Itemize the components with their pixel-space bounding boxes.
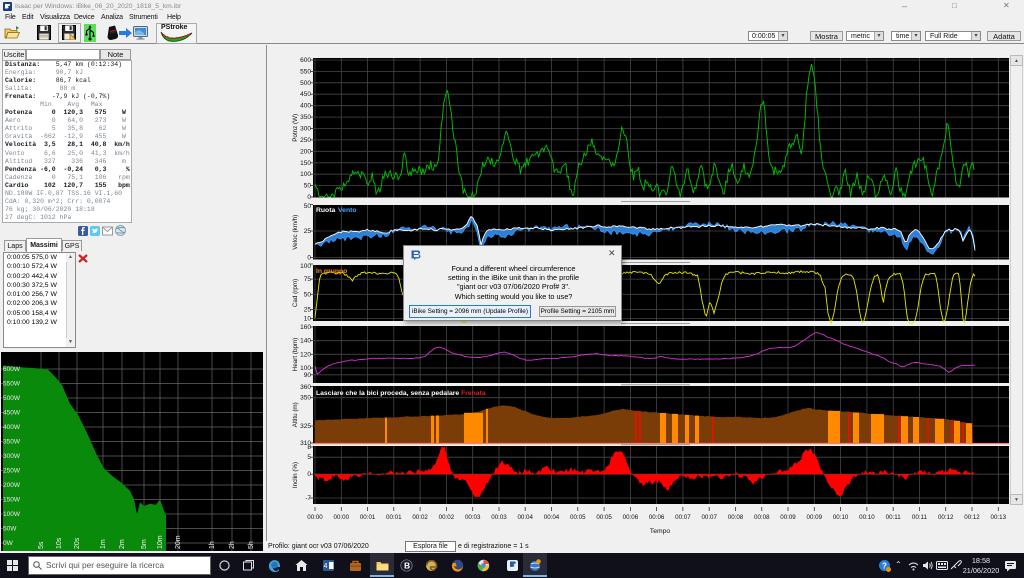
svg-text:Vento: Vento xyxy=(338,207,357,214)
svg-text:75: 75 xyxy=(304,276,312,283)
svg-text:00:03: 00:03 xyxy=(465,514,481,521)
svg-text:25: 25 xyxy=(304,307,312,314)
svg-text:Tempo: Tempo xyxy=(650,528,671,535)
svg-text:00:02: 00:02 xyxy=(439,514,455,521)
svg-text:2h: 2h xyxy=(229,541,236,549)
svg-text:Veloc (km/h): Veloc (km/h) xyxy=(292,215,299,250)
svg-text:Altitu (m): Altitu (m) xyxy=(292,402,299,427)
svg-text:00:11: 00:11 xyxy=(886,514,902,521)
svg-text:400: 400 xyxy=(300,103,311,110)
svg-text:500W: 500W xyxy=(3,395,21,402)
svg-text:-7: -7 xyxy=(305,495,311,502)
svg-text:250W: 250W xyxy=(3,468,21,475)
svg-text:00:07: 00:07 xyxy=(675,514,691,521)
svg-text:00:01: 00:01 xyxy=(360,514,376,521)
svg-text:1h: 1h xyxy=(209,541,216,549)
svg-text:50: 50 xyxy=(304,183,312,190)
svg-text:140: 140 xyxy=(300,338,311,345)
svg-text:100W: 100W xyxy=(3,511,21,518)
svg-text:300: 300 xyxy=(300,126,311,133)
svg-text:00:08: 00:08 xyxy=(754,514,770,521)
svg-text:00:04: 00:04 xyxy=(517,514,533,521)
svg-text:00:13: 00:13 xyxy=(991,514,1007,521)
svg-text:0: 0 xyxy=(307,471,311,478)
svg-text:0: 0 xyxy=(307,194,311,201)
svg-text:10m: 10m xyxy=(157,535,164,549)
svg-text:00:12: 00:12 xyxy=(938,514,954,521)
svg-text:200W: 200W xyxy=(3,482,21,489)
svg-text:00:12: 00:12 xyxy=(964,514,980,521)
svg-text:00:04: 00:04 xyxy=(544,514,560,521)
svg-text:550W: 550W xyxy=(3,381,21,388)
svg-text:8: 8 xyxy=(307,444,311,451)
svg-text:600W: 600W xyxy=(3,366,21,373)
svg-text:350W: 350W xyxy=(3,439,21,446)
svg-text:1m: 1m xyxy=(100,539,107,549)
svg-text:50W: 50W xyxy=(3,526,17,533)
svg-text:10: 10 xyxy=(304,316,312,323)
svg-text:Heart (bpm): Heart (bpm) xyxy=(292,338,299,372)
svg-text:350: 350 xyxy=(300,114,311,121)
svg-text:Potnz (W): Potnz (W) xyxy=(292,114,299,142)
svg-text:00:10: 00:10 xyxy=(833,514,849,521)
svg-text:00:00: 00:00 xyxy=(334,514,350,521)
svg-text:In gruppo: In gruppo xyxy=(316,268,347,275)
svg-text:120: 120 xyxy=(300,351,311,358)
svg-text:0W: 0W xyxy=(3,540,14,547)
svg-text:4: 4 xyxy=(324,563,328,570)
svg-text:Cad (rpm): Cad (rpm) xyxy=(292,279,299,307)
svg-text:Inclin (%): Inclin (%) xyxy=(292,462,299,488)
svg-text:90: 90 xyxy=(304,372,312,379)
svg-text:550: 550 xyxy=(300,68,311,75)
svg-text:325: 325 xyxy=(300,423,311,430)
svg-text:150: 150 xyxy=(300,160,311,167)
svg-text:10s: 10s xyxy=(56,537,63,549)
svg-text:150W: 150W xyxy=(3,497,21,504)
svg-text:00:08: 00:08 xyxy=(728,514,744,521)
svg-text:450: 450 xyxy=(300,91,311,98)
svg-text:100: 100 xyxy=(300,263,311,270)
svg-text:200: 200 xyxy=(300,148,311,155)
svg-text:00:09: 00:09 xyxy=(807,514,823,521)
svg-text:400W: 400W xyxy=(3,424,21,431)
svg-text:450W: 450W xyxy=(3,410,21,417)
svg-text:20m: 20m xyxy=(175,535,182,549)
svg-text:B: B xyxy=(404,561,410,571)
svg-text:00:06: 00:06 xyxy=(649,514,665,521)
svg-text:20s: 20s xyxy=(74,537,81,549)
svg-text:0: 0 xyxy=(307,255,311,262)
svg-text:50: 50 xyxy=(304,291,312,298)
svg-text:25: 25 xyxy=(304,228,312,235)
svg-text:5s: 5s xyxy=(38,541,45,549)
svg-text:00:11: 00:11 xyxy=(912,514,928,521)
svg-text:100: 100 xyxy=(300,171,311,178)
svg-text:300W: 300W xyxy=(3,453,21,460)
svg-text:2m: 2m xyxy=(119,539,126,549)
svg-text:00:02: 00:02 xyxy=(412,514,428,521)
svg-text:00:05: 00:05 xyxy=(570,514,586,521)
svg-text:160: 160 xyxy=(300,324,311,331)
svg-text:00:09: 00:09 xyxy=(780,514,796,521)
svg-text:00:06: 00:06 xyxy=(623,514,639,521)
svg-text:00:01: 00:01 xyxy=(386,514,402,521)
svg-text:5: 5 xyxy=(307,454,311,461)
svg-text:600: 600 xyxy=(300,57,311,64)
svg-text:250: 250 xyxy=(300,137,311,144)
svg-text:Lasciare che la bici proceda,: Lasciare che la bici proceda, senza peda… xyxy=(316,390,486,397)
svg-text:360: 360 xyxy=(300,384,311,391)
svg-text:00:03: 00:03 xyxy=(491,514,507,521)
svg-text:00:07: 00:07 xyxy=(701,514,717,521)
svg-text:350: 350 xyxy=(300,395,311,402)
svg-text:500: 500 xyxy=(300,80,311,87)
svg-text:00:05: 00:05 xyxy=(596,514,612,521)
svg-text:Ruota: Ruota xyxy=(316,207,335,214)
svg-text:00:10: 00:10 xyxy=(859,514,875,521)
svg-text:50: 50 xyxy=(304,203,312,210)
svg-text:00:00: 00:00 xyxy=(307,514,323,521)
svg-text:5m: 5m xyxy=(141,539,148,549)
svg-text:5h: 5h xyxy=(248,541,255,549)
